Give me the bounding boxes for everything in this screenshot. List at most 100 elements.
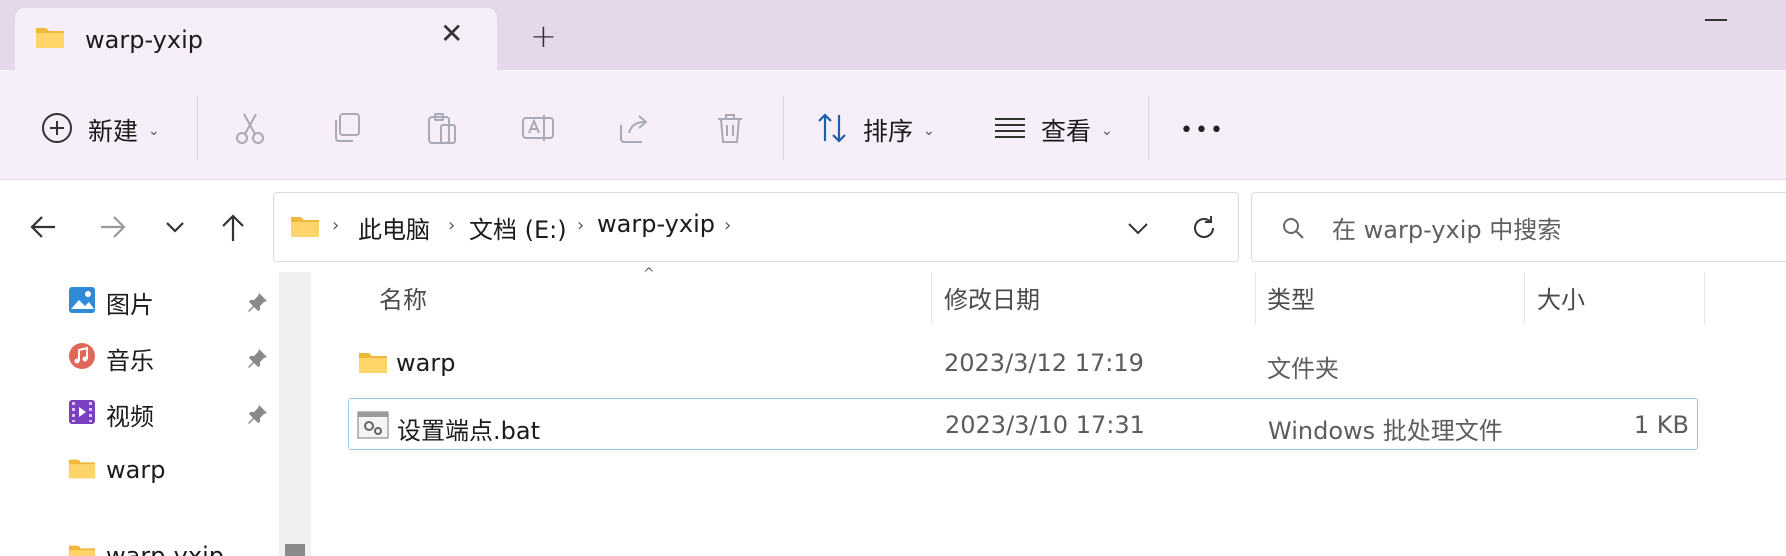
breadcrumb-warp-yxip[interactable]: warp-yxip: [597, 210, 715, 238]
videos-icon: [68, 398, 96, 430]
address-history-button[interactable]: [1126, 211, 1150, 249]
add-circle-icon: [40, 111, 74, 149]
forward-button[interactable]: [98, 210, 128, 248]
more-options-button[interactable]: •••: [1180, 110, 1225, 150]
file-type: Windows 批处理文件: [1268, 417, 1503, 445]
column-divider[interactable]: [1255, 272, 1256, 324]
sort-ascending-indicator: ^: [643, 266, 655, 282]
tab-warp-yxip[interactable]: warp-yxip ✕: [15, 8, 497, 72]
tab-title: warp-yxip: [85, 26, 203, 54]
column-divider[interactable]: [931, 272, 932, 324]
search-box[interactable]: 在 warp-yxip 中搜索: [1251, 192, 1786, 262]
search-icon: [1280, 215, 1306, 245]
recent-locations-button[interactable]: [164, 210, 186, 248]
folder-icon: [290, 214, 320, 242]
sort-label: 排序: [863, 117, 914, 146]
sidebar-item-label: 视频: [106, 402, 154, 431]
sidebar-item-label: 图片: [106, 290, 154, 319]
minimize-button[interactable]: [1705, 19, 1727, 21]
pin-icon[interactable]: [248, 292, 268, 316]
breadcrumb-separator: ›: [448, 215, 456, 236]
file-date: 2023/3/12 17:19: [944, 349, 1144, 377]
sidebar-scrollbar[interactable]: [279, 272, 311, 556]
copy-icon: [329, 111, 363, 149]
search-input[interactable]: 在 warp-yxip 中搜索: [1332, 210, 1561, 245]
list-view-icon: [993, 111, 1027, 149]
cut-button[interactable]: [233, 110, 267, 150]
chevron-down-icon: ⌄: [1101, 123, 1113, 139]
chevron-down-icon: [1128, 223, 1148, 235]
sidebar-item-warp[interactable]: warp: [68, 450, 165, 490]
column-header-date[interactable]: 修改日期: [944, 280, 1040, 320]
new-tab-button[interactable]: +: [530, 20, 557, 52]
pin-icon[interactable]: [248, 404, 268, 428]
close-tab-button[interactable]: ✕: [440, 20, 463, 48]
column-divider[interactable]: [1524, 272, 1525, 324]
folder-icon: [358, 350, 388, 378]
file-name: warp: [396, 349, 456, 377]
chevron-down-icon: ⌄: [923, 123, 935, 139]
file-date: 2023/3/10 17:31: [945, 411, 1145, 439]
sort-button[interactable]: 排序 ⌄: [815, 110, 935, 150]
breadcrumb-this-pc[interactable]: 此电脑: [358, 210, 430, 245]
separator: [197, 96, 198, 160]
title-bar: warp-yxip ✕ +: [0, 0, 1786, 72]
more-icon: •••: [1180, 117, 1225, 143]
arrow-up-icon: [222, 214, 244, 241]
delete-icon: [713, 111, 747, 149]
copy-button[interactable]: [329, 110, 363, 150]
file-row[interactable]: 设置端点.bat 2023/3/10 17:31 Windows 批处理文件 1…: [348, 398, 1698, 450]
folder-icon: [35, 25, 65, 53]
separator: [783, 96, 784, 160]
pictures-icon: [68, 286, 96, 318]
sidebar-item-pictures[interactable]: 图片: [68, 282, 154, 322]
arrow-left-icon: [30, 216, 55, 238]
sidebar-item-label: warp: [106, 456, 166, 484]
column-header-type[interactable]: 类型: [1267, 280, 1315, 320]
view-button[interactable]: 查看 ⌄: [993, 110, 1113, 150]
sidebar-item-label: warp-yxip: [106, 542, 224, 556]
sidebar-item-videos[interactable]: 视频: [68, 394, 154, 434]
share-icon: [617, 111, 651, 149]
navigation-pane: 图片 音乐 视频 warp warp-yxip: [0, 272, 312, 556]
paste-icon: [425, 111, 459, 149]
file-name: 设置端点.bat: [397, 417, 540, 445]
refresh-icon: [1194, 216, 1214, 238]
delete-button[interactable]: [713, 110, 747, 150]
file-size: 1 KB: [1633, 411, 1689, 439]
sidebar-item-music[interactable]: 音乐: [68, 338, 154, 378]
batch-file-icon: [357, 411, 389, 443]
breadcrumb-separator: ›: [577, 215, 585, 236]
sidebar-scrollbar-thumb[interactable]: [285, 544, 305, 556]
up-button[interactable]: [218, 210, 248, 248]
cut-icon: [233, 111, 267, 149]
folder-icon: [68, 542, 96, 556]
column-header-size[interactable]: 大小: [1537, 280, 1585, 320]
file-type: 文件夹: [1267, 355, 1339, 383]
view-label: 查看: [1041, 117, 1092, 146]
file-row[interactable]: warp 2023/3/12 17:19 文件夹: [348, 337, 1698, 389]
column-divider[interactable]: [1704, 272, 1705, 324]
column-header-name[interactable]: 名称: [379, 280, 427, 320]
share-button[interactable]: [617, 110, 651, 150]
sidebar-item-warp-yxip[interactable]: warp-yxip: [68, 536, 224, 556]
chevron-down-icon: [166, 222, 184, 233]
new-button[interactable]: 新建 ⌄: [40, 110, 160, 150]
address-bar[interactable]: › 此电脑 › 文档 (E:) › warp-yxip ›: [273, 192, 1239, 262]
command-bar: 新建 ⌄ 排序 ⌄ 查看 ⌄ •••: [0, 70, 1786, 180]
arrow-right-icon: [101, 216, 126, 238]
back-button[interactable]: [28, 210, 58, 248]
breadcrumb-documents-e[interactable]: 文档 (E:): [469, 210, 567, 245]
rename-icon: [521, 111, 555, 149]
chevron-down-icon: ⌄: [148, 123, 160, 139]
breadcrumb-separator: ›: [332, 215, 340, 236]
paste-button[interactable]: [425, 110, 459, 150]
pin-icon[interactable]: [248, 348, 268, 372]
refresh-button[interactable]: [1190, 211, 1218, 249]
sort-icon: [815, 111, 849, 149]
folder-icon: [68, 456, 96, 484]
music-icon: [68, 342, 96, 374]
new-label: 新建: [88, 117, 139, 146]
separator: [1148, 96, 1149, 160]
rename-button[interactable]: [521, 110, 555, 150]
